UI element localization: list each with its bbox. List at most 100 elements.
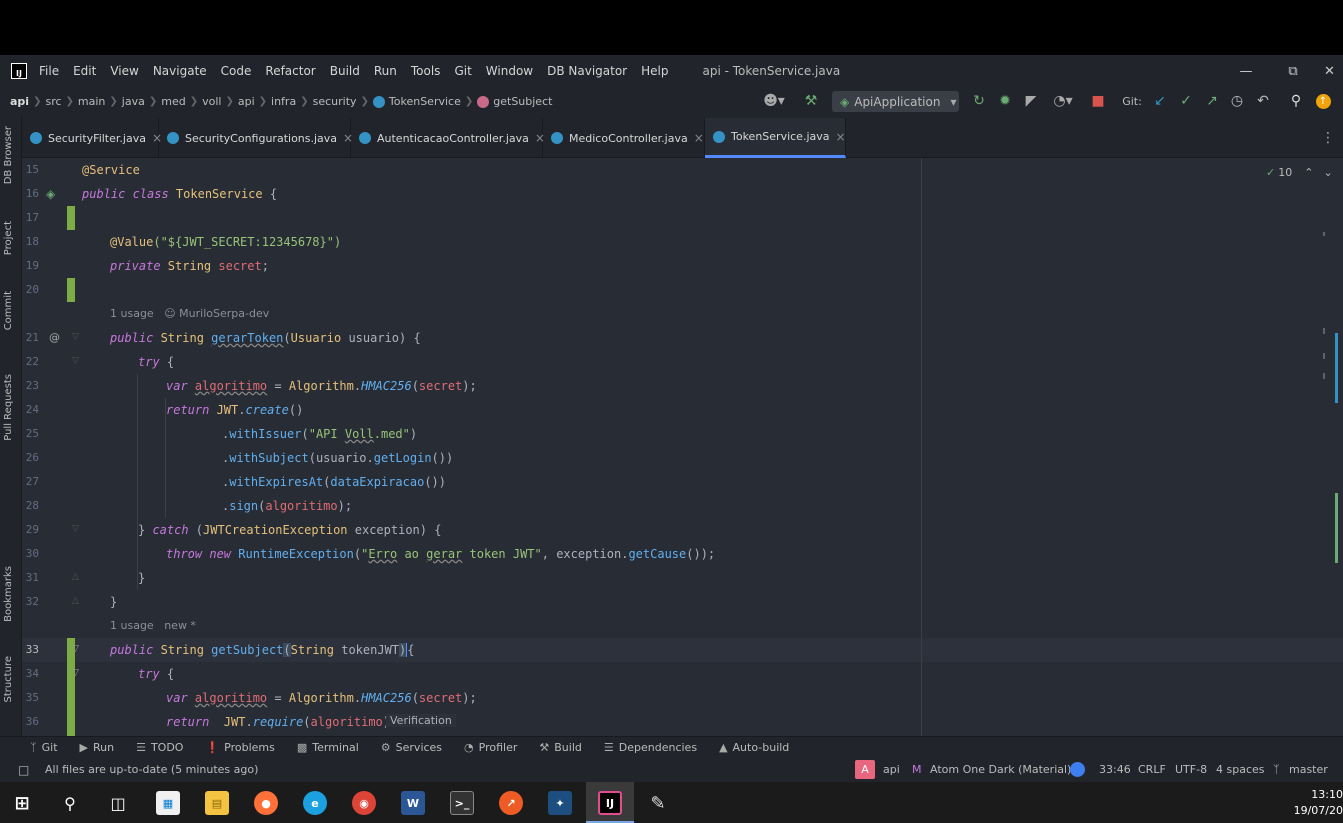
status-indent[interactable]: 4 spaces — [1216, 763, 1265, 776]
tool-bookmarks[interactable]: Bookmarks — [3, 566, 14, 622]
tool-run[interactable]: ▶ Run — [80, 741, 115, 754]
search-icon[interactable]: ⚲ — [1287, 91, 1305, 111]
run-configuration-select[interactable]: ◈ ApiApplication ▾ — [832, 91, 959, 112]
crumb-infra[interactable]: infra — [271, 95, 296, 108]
crumb-src[interactable]: src — [45, 95, 61, 108]
tab-medicocontroller[interactable]: MedicoController.java × — [543, 118, 705, 158]
usage-hint[interactable]: 1 usage ☺ MuriloSerpa-dev — [110, 302, 269, 326]
user-icon[interactable]: ☻▾ — [760, 91, 788, 111]
tool-pull-requests[interactable]: Pull Requests — [3, 374, 14, 441]
menu-view[interactable]: View — [110, 64, 138, 78]
tool-profiler[interactable]: ◔ Profiler — [464, 741, 517, 754]
fold-icon[interactable]: △ — [72, 596, 79, 606]
intellij-taskbar-icon[interactable]: IJ — [598, 791, 622, 815]
status-theme[interactable]: Atom One Dark (Material) — [930, 763, 1071, 776]
paint-icon[interactable]: ✎ — [646, 791, 670, 815]
crumb-api-pkg[interactable]: api — [238, 95, 255, 108]
rerun-icon[interactable]: ↻ — [970, 91, 988, 111]
rollback-icon[interactable]: ↶ — [1255, 91, 1271, 111]
store-icon[interactable]: ▦ — [156, 791, 180, 815]
search-icon[interactable]: ⚲ — [58, 791, 82, 815]
menu-db-navigator[interactable]: DB Navigator — [547, 64, 627, 78]
menu-code[interactable]: Code — [221, 64, 252, 78]
menu-navigate[interactable]: Navigate — [153, 64, 207, 78]
tool-commit[interactable]: Commit — [3, 291, 14, 330]
spring-bean-icon[interactable]: ◈ — [46, 187, 55, 201]
build-hammer-icon[interactable]: ⚒ — [802, 91, 820, 111]
fold-icon[interactable]: ▽ — [72, 644, 79, 654]
coverage-icon[interactable]: ◤ — [1022, 91, 1040, 111]
tool-auto-build[interactable]: ▲ Auto-build — [719, 741, 789, 754]
scrollbar-thumb[interactable] — [1335, 333, 1338, 403]
tool-db-browser[interactable]: DB Browser — [3, 126, 14, 184]
close-icon[interactable]: × — [836, 130, 846, 144]
menu-edit[interactable]: Edit — [73, 64, 96, 78]
fold-icon[interactable]: ▽ — [72, 668, 79, 678]
git-push-icon[interactable]: ↗ — [1204, 91, 1220, 111]
more-tabs-icon[interactable]: ⋮ — [1321, 130, 1335, 146]
toggle-tool-windows-icon[interactable]: □ — [18, 763, 29, 777]
tab-securityconfigurations[interactable]: SecurityConfigurations.java × — [159, 118, 353, 158]
crumb-tokenservice[interactable]: TokenService — [389, 95, 461, 108]
tool-terminal[interactable]: ▩ Terminal — [297, 741, 359, 754]
system-clock[interactable]: 13:10 19/07/20 — [1294, 787, 1343, 819]
status-line-separator[interactable]: CRLF — [1138, 763, 1166, 776]
status-message[interactable]: All files are up-to-date (5 minutes ago) — [45, 763, 258, 776]
edge-icon[interactable]: e — [303, 791, 327, 815]
profile-icon[interactable]: ◔▾ — [1048, 91, 1078, 111]
tool-todo[interactable]: ☰ TODO — [136, 741, 183, 754]
menu-tools[interactable]: Tools — [411, 64, 441, 78]
crumb-main[interactable]: main — [78, 95, 105, 108]
crumb-security[interactable]: security — [313, 95, 357, 108]
history-icon[interactable]: ◷ — [1229, 91, 1245, 111]
menu-run[interactable]: Run — [374, 64, 397, 78]
tab-securityfilter[interactable]: SecurityFilter.java × — [22, 118, 162, 158]
status-caret-position[interactable]: 33:46 — [1099, 763, 1131, 776]
tool-project[interactable]: Project — [3, 221, 14, 255]
terminal-icon[interactable]: >_ — [450, 791, 474, 815]
fold-icon[interactable]: ▽ — [72, 332, 79, 342]
stop-icon[interactable]: ■ — [1090, 91, 1106, 111]
code-editor[interactable]: 15 16 17 18 19 20 21 22 23 24 25 26 27 2… — [22, 158, 1343, 736]
usage-hint[interactable]: 1 usage new * — [110, 614, 196, 638]
crumb-api[interactable]: api — [10, 95, 29, 108]
menu-git[interactable]: Git — [454, 64, 471, 78]
accent-color-icon[interactable] — [1070, 762, 1085, 777]
tool-build[interactable]: ⚒ Build — [539, 741, 582, 754]
chevron-down-icon[interactable]: ⌄ — [1323, 166, 1332, 179]
fold-icon[interactable]: ▽ — [72, 356, 79, 366]
chrome-icon[interactable]: ◉ — [352, 791, 376, 815]
crumb-med[interactable]: med — [161, 95, 185, 108]
postman-icon[interactable]: ↗ — [499, 791, 523, 815]
debug-icon[interactable]: ✹ — [996, 91, 1014, 111]
status-project[interactable]: api — [883, 763, 900, 776]
menu-file[interactable]: File — [39, 64, 59, 78]
minimize-icon[interactable]: — — [1223, 55, 1269, 87]
mysql-icon[interactable]: ✦ — [548, 791, 572, 815]
tool-services[interactable]: ⚙ Services — [381, 741, 442, 754]
git-commit-icon[interactable]: ✓ — [1178, 91, 1194, 111]
file-explorer-icon[interactable]: ▤ — [205, 791, 229, 815]
tool-git[interactable]: ᛉ Git — [30, 741, 58, 754]
change-marker[interactable] — [67, 206, 75, 230]
tool-structure[interactable]: Structure — [3, 656, 14, 703]
tool-problems[interactable]: ❗ Problems — [205, 741, 274, 754]
word-icon[interactable]: W — [401, 791, 425, 815]
updates-icon[interactable]: ↑ — [1314, 91, 1332, 111]
restore-icon[interactable]: ⧉ — [1270, 55, 1316, 87]
menu-help[interactable]: Help — [641, 64, 668, 78]
status-branch[interactable]: master — [1289, 763, 1328, 776]
git-update-icon[interactable]: ↙ — [1152, 91, 1168, 111]
firefox-icon[interactable]: ● — [254, 791, 278, 815]
inspection-widget[interactable]: ✓ 10 ⌃ ⌄ — [1266, 166, 1333, 179]
tab-tokenservice[interactable]: TokenService.java × — [705, 118, 846, 158]
menu-refactor[interactable]: Refactor — [265, 64, 315, 78]
windows-start-icon[interactable]: ⊞ — [10, 791, 34, 815]
crumb-java[interactable]: java — [122, 95, 145, 108]
status-encoding[interactable]: UTF-8 — [1175, 763, 1207, 776]
crumb-voll[interactable]: voll — [202, 95, 221, 108]
tool-dependencies[interactable]: ☰ Dependencies — [604, 741, 697, 754]
chevron-up-icon[interactable]: ⌃ — [1304, 166, 1313, 179]
close-icon[interactable]: × — [694, 131, 704, 145]
menu-window[interactable]: Window — [486, 64, 533, 78]
